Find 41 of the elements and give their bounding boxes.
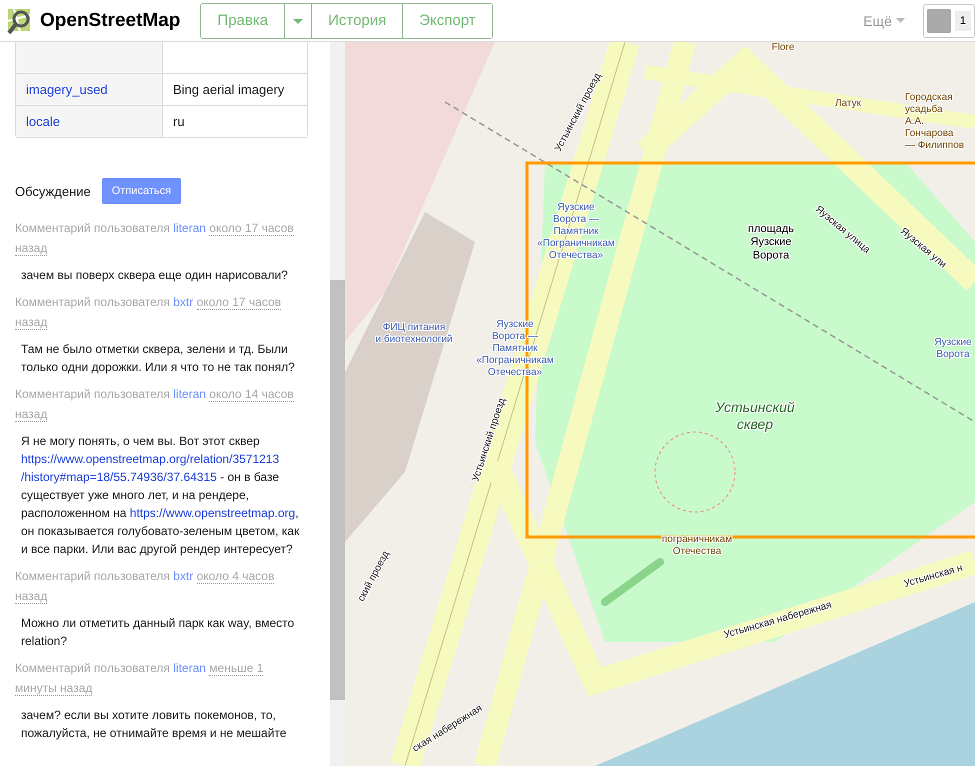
comment-link[interactable]: https://www.openstreetmap.org xyxy=(130,506,296,520)
comment-meta: Комментарий пользователя literan около 14 часов назад xyxy=(15,386,295,424)
comment-text: зачем вы поверх сквера еще один нарисовали? xyxy=(20,267,289,284)
tag-key[interactable]: imagery_used xyxy=(16,74,163,105)
comment-text: Можно ли отметить данный парк как way, вместо relation? xyxy=(20,615,296,650)
map-label: Устьинский сквер xyxy=(715,399,795,432)
user-menu[interactable]: 1 xyxy=(922,4,975,38)
caret-icon xyxy=(293,19,304,25)
scrollbar[interactable] xyxy=(330,42,345,766)
user-link[interactable]: bxtr xyxy=(173,569,194,583)
nav-button[interactable]: Экспорт xyxy=(402,4,492,38)
comment-meta: Комментарий пользователя bxtr около 17 часов назад xyxy=(15,294,282,332)
comment-text: Там не было отметки сквера, зелени и тд. Были только одни дорожки. Или я что то не так понял? xyxy=(20,341,296,376)
user-link[interactable]: bxtr xyxy=(173,295,194,309)
user-link[interactable]: literan xyxy=(173,661,206,675)
discussion-title: Обсуждение xyxy=(15,184,91,198)
user-link[interactable]: literan xyxy=(173,387,206,401)
map-label: Яузские Ворота xyxy=(934,337,972,360)
notification-count: 1 xyxy=(954,10,971,30)
comment-text: зачем? если вы хотите ловить покемонов, то, пожалуйста, не отнимайте время и не мешайте xyxy=(20,707,288,742)
comment-link[interactable]: https://www.openstreetmap.org/relation/3571213 xyxy=(21,452,280,466)
comment-link[interactable]: /history#map=18/55.74936/37.64315 xyxy=(21,470,217,484)
user-link[interactable]: literan xyxy=(173,221,206,235)
footpath-line xyxy=(601,558,664,606)
comment-meta: Комментарий пользователя bxtr около 4 часов назад xyxy=(15,568,276,606)
unsubscribe-button[interactable]: Отписаться xyxy=(102,178,182,204)
comment-text: Я не могу понять, о чем вы. Вот этот сквер https://www.openstreetmap.org/relation/3571213 /history#map=18/55.74936/37.64315 - он в базе существует уже много лет, и на рендере, расположенном на https://www.openstreetmap.org, он показывается голубовато-зеленым цветом, как и все парки. Или вас другой рендер интересует? xyxy=(20,433,300,558)
tag-key[interactable]: locale xyxy=(16,106,163,137)
map-drawing[interactable] xyxy=(345,42,975,766)
map-label: ФИЦ питания и биотехнологий xyxy=(375,322,453,345)
brand-title[interactable]: OpenStreetMap xyxy=(40,10,180,32)
map-label: площадь Яузские Ворота xyxy=(748,223,794,262)
map-label: Латук xyxy=(835,98,861,109)
map-label: Городская усадьба А.А. Гончарова — Филиппов xyxy=(905,92,964,151)
more-menu[interactable]: Ещё xyxy=(863,12,905,28)
comment-meta: Комментарий пользователя literan около 17 часов назад xyxy=(15,220,295,258)
map-label: Яузские Ворота — Памятник «Пограничникам Отечества» xyxy=(537,202,615,261)
avatar-placeholder xyxy=(926,8,951,32)
map-label: Flore xyxy=(772,42,794,53)
caret-icon xyxy=(896,18,905,23)
comment-meta: Комментарий пользователя literan меньше 1 минуты назад xyxy=(15,660,264,698)
